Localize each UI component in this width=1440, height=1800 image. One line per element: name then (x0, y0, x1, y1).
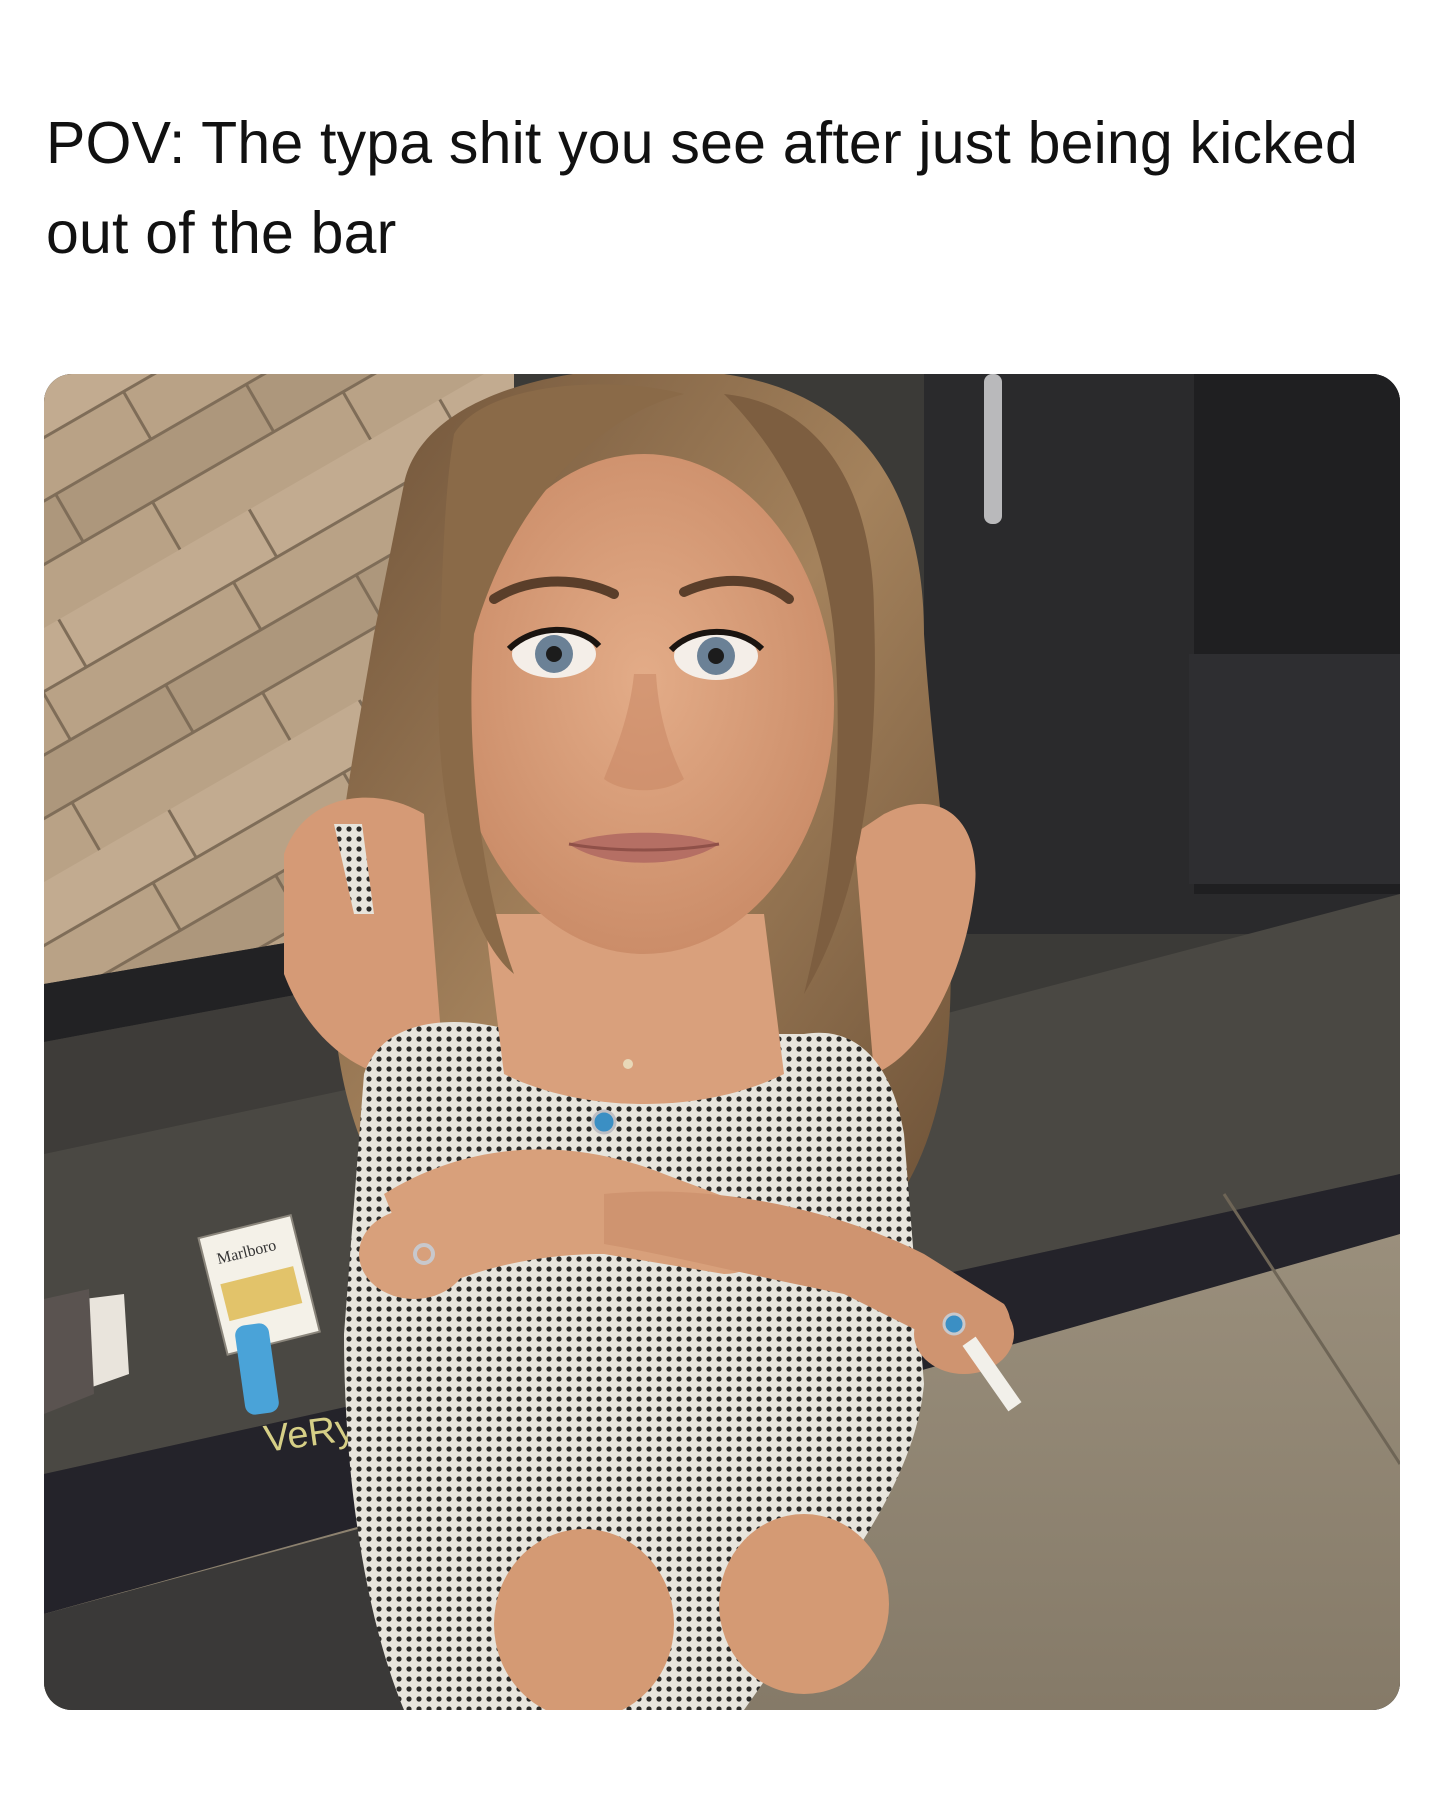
right-hand (914, 1294, 1014, 1374)
turquoise-bracelet (591, 1109, 617, 1135)
photo-illustration: VeRy Marlboro (44, 374, 1400, 1710)
necklace-pendant (623, 1059, 633, 1069)
door-handle (984, 374, 1002, 524)
post-caption: POV: The typa shit you see after just be… (46, 110, 1358, 266)
post-photo: VeRy Marlboro (44, 374, 1400, 1710)
turquoise-ring (942, 1312, 966, 1336)
right-knee (719, 1514, 889, 1694)
